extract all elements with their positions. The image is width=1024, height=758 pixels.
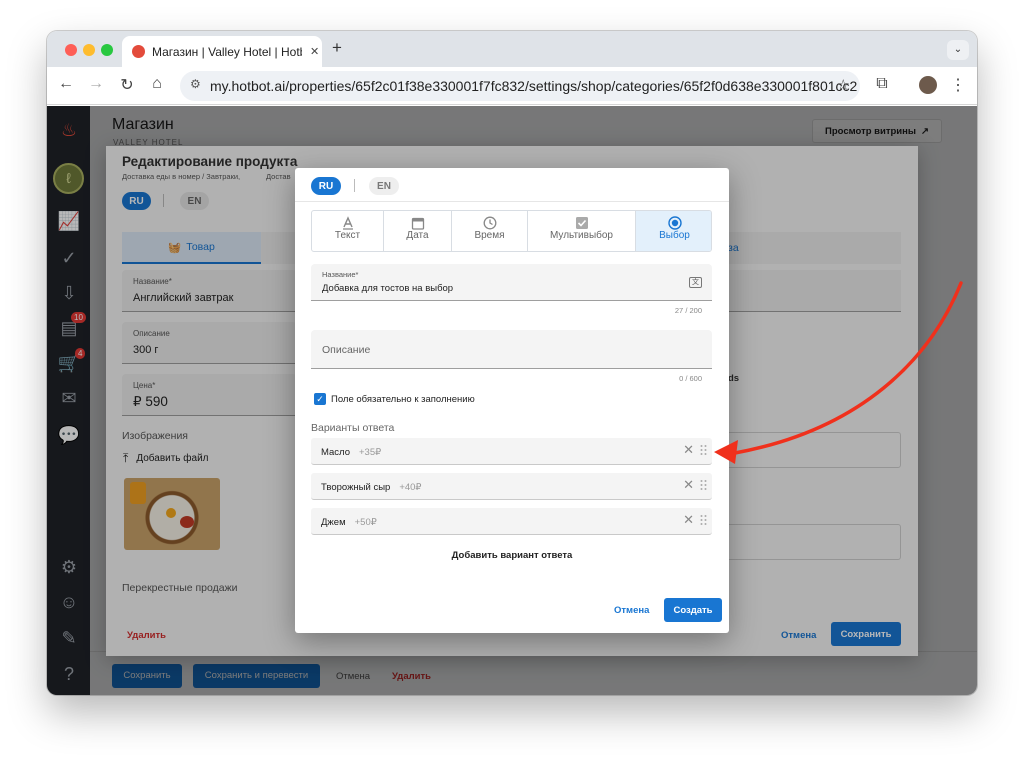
tab-search-button[interactable]: ⌄ bbox=[947, 40, 969, 60]
zoom-window-button[interactable] bbox=[101, 44, 113, 56]
type-time-label: Время bbox=[474, 230, 505, 241]
dialog-create-button[interactable]: Создать bbox=[664, 598, 722, 622]
type-text[interactable]: Текст bbox=[312, 211, 384, 251]
remove-option-icon[interactable]: ✕ bbox=[683, 512, 694, 528]
dialog-cancel-button[interactable]: Отмена bbox=[614, 605, 649, 616]
tab-title: Магазин | Valley Hotel | Hotbot bbox=[152, 44, 302, 59]
home-icon[interactable]: ⌂ bbox=[147, 75, 167, 93]
checkbox-icon bbox=[575, 217, 588, 229]
remove-option-icon[interactable]: ✕ bbox=[683, 442, 694, 458]
type-choice[interactable]: Выбор bbox=[636, 211, 711, 251]
bookmark-star-icon[interactable]: ☆ bbox=[837, 76, 850, 94]
dialog-header bbox=[295, 168, 729, 202]
clock-icon bbox=[483, 216, 496, 230]
browser-tab[interactable]: Магазин | Valley Hotel | Hotbot ✕ bbox=[122, 36, 322, 67]
type-date-label: Дата bbox=[406, 230, 429, 241]
type-date[interactable]: Дата bbox=[384, 211, 452, 251]
browser-window: Магазин | Valley Hotel | Hotbot ✕ + ⌄ ← … bbox=[47, 31, 977, 695]
remove-option-icon[interactable]: ✕ bbox=[683, 477, 694, 493]
reload-icon[interactable]: ↻ bbox=[117, 75, 137, 95]
close-window-button[interactable] bbox=[65, 44, 77, 56]
question-description-placeholder: Описание bbox=[322, 344, 371, 356]
minimize-window-button[interactable] bbox=[83, 44, 95, 56]
question-description-counter: 0 / 600 bbox=[679, 374, 702, 383]
translate-icon[interactable]: 文 bbox=[689, 277, 702, 288]
extensions-icon[interactable]: ⧉ bbox=[872, 75, 892, 93]
option-row[interactable]: Джем +50₽ ✕ bbox=[311, 508, 712, 535]
new-tab-button[interactable]: + bbox=[332, 38, 342, 58]
radio-icon bbox=[667, 216, 682, 230]
required-label: Поле обязательно к заполнению bbox=[331, 394, 475, 405]
question-dialog: RU EN Текст Дата Время Мультивыбор Выбор… bbox=[295, 168, 729, 633]
add-option-button[interactable]: Добавить вариант ответа bbox=[295, 550, 729, 561]
app-page: Магазин VALLEY HOTEL Просмотр витрины ↗ … bbox=[47, 106, 977, 695]
hotbot-favicon-icon bbox=[132, 45, 145, 58]
drag-handle-icon[interactable] bbox=[700, 479, 707, 491]
site-settings-icon[interactable]: ⚙ bbox=[190, 77, 201, 91]
option-row[interactable]: Масло +35₽ ✕ bbox=[311, 438, 712, 465]
dialog-lang-en[interactable]: EN bbox=[369, 177, 399, 195]
question-name-field[interactable]: Название* Добавка для тостов на выбор 文 bbox=[311, 264, 712, 301]
type-multiselect-label: Мультивыбор bbox=[549, 230, 613, 241]
drag-handle-icon[interactable] bbox=[700, 444, 707, 456]
tab-strip: Магазин | Valley Hotel | Hotbot ✕ + ⌄ bbox=[47, 31, 977, 67]
back-icon[interactable]: ← bbox=[56, 75, 76, 93]
option-name: Джем +50₽ bbox=[321, 517, 377, 528]
type-text-label: Текст bbox=[334, 230, 361, 241]
required-checkbox[interactable]: ✓ bbox=[314, 393, 326, 405]
question-name-value: Добавка для тостов на выбор bbox=[322, 283, 454, 294]
drag-handle-icon[interactable] bbox=[700, 514, 707, 526]
question-name-label: Название* bbox=[322, 270, 359, 279]
browser-menu-icon[interactable]: ⋮ bbox=[948, 75, 968, 95]
type-multiselect[interactable]: Мультивыбор bbox=[528, 211, 636, 251]
question-type-selector: Текст Дата Время Мультивыбор Выбор bbox=[311, 210, 712, 252]
dialog-lang-ru[interactable]: RU bbox=[311, 177, 341, 195]
browser-toolbar: ← → ↻ ⌂ ⚙ my.hotbot.ai/properties/65f2c0… bbox=[47, 67, 977, 105]
profile-avatar[interactable] bbox=[919, 76, 937, 94]
close-tab-icon[interactable]: ✕ bbox=[310, 45, 319, 58]
calendar-icon bbox=[411, 217, 424, 230]
question-description-field[interactable]: Описание bbox=[311, 330, 712, 369]
address-bar[interactable]: ⚙ my.hotbot.ai/properties/65f2c01f38e330… bbox=[180, 71, 860, 101]
option-name: Масло +35₽ bbox=[321, 447, 382, 458]
options-label: Варианты ответа bbox=[311, 422, 395, 434]
type-choice-label: Выбор bbox=[659, 230, 690, 241]
url-text: my.hotbot.ai/properties/65f2c01f38e33000… bbox=[210, 78, 858, 94]
option-name: Творожный сыр +40₽ bbox=[321, 482, 422, 493]
option-row[interactable]: Творожный сыр +40₽ ✕ bbox=[311, 473, 712, 500]
type-time[interactable]: Время bbox=[452, 211, 528, 251]
text-icon bbox=[342, 216, 353, 230]
question-name-counter: 27 / 200 bbox=[674, 306, 702, 315]
forward-icon[interactable]: → bbox=[86, 75, 106, 93]
dialog-lang-separator bbox=[354, 179, 355, 192]
